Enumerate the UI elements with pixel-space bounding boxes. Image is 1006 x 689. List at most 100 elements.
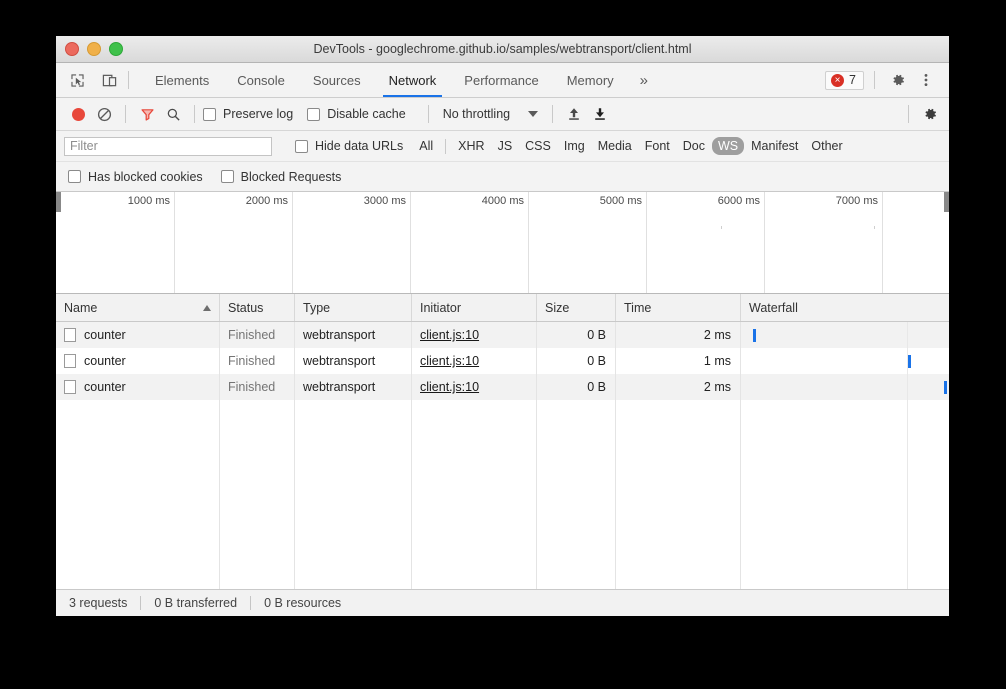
disable-cache-checkbox[interactable]: Disable cache: [307, 107, 406, 121]
overview-tick-label: 2000 ms: [246, 195, 292, 207]
cell-status: Finished: [220, 322, 295, 348]
type-filter-manifest[interactable]: Manifest: [745, 137, 804, 155]
filter-input[interactable]: [64, 137, 272, 156]
error-count-badge[interactable]: × 7: [825, 71, 864, 90]
cell-name: counter: [56, 374, 220, 400]
table-row[interactable]: counter Finished webtransport client.js:…: [56, 348, 949, 374]
inspect-element-icon[interactable]: [66, 69, 88, 91]
toolbar-divider-3: [428, 105, 429, 123]
network-settings-gear-icon[interactable]: [917, 101, 943, 127]
minimize-window-button[interactable]: [87, 42, 101, 56]
export-har-icon[interactable]: [587, 101, 613, 127]
preserve-log-checkbox[interactable]: Preserve log: [203, 107, 293, 121]
blocked-requests-checkbox[interactable]: Blocked Requests: [221, 170, 342, 184]
import-har-icon[interactable]: [561, 101, 587, 127]
tab-sources[interactable]: Sources: [299, 63, 375, 97]
tab-console[interactable]: Console: [223, 63, 299, 97]
tab-network[interactable]: Network: [375, 63, 451, 97]
type-filter-xhr[interactable]: XHR: [452, 137, 490, 155]
row-checkbox[interactable]: [64, 380, 76, 394]
type-filter-all[interactable]: All: [413, 137, 439, 155]
gear-icon[interactable]: [885, 67, 911, 93]
column-header-waterfall[interactable]: Waterfall: [741, 294, 949, 321]
cell-name-label: counter: [84, 354, 126, 368]
cell-status: Finished: [220, 348, 295, 374]
zoom-window-button[interactable]: [109, 42, 123, 56]
column-header-size[interactable]: Size: [537, 294, 616, 321]
has-blocked-cookies-checkbox[interactable]: Has blocked cookies: [68, 170, 203, 184]
initiator-link[interactable]: client.js:10: [420, 380, 479, 394]
cell-initiator: client.js:10: [412, 322, 537, 348]
throttling-dropdown[interactable]: No throttling: [437, 107, 544, 121]
tabbar-divider: [128, 71, 129, 89]
more-tabs-icon[interactable]: »: [628, 63, 660, 97]
overview-left-handle[interactable]: [56, 192, 61, 212]
devtools-tool-icons: [56, 69, 120, 91]
table-body: counter Finished webtransport client.js:…: [56, 322, 949, 589]
disable-cache-box[interactable]: [307, 108, 320, 121]
type-filter-css[interactable]: CSS: [519, 137, 557, 155]
error-icon: ×: [831, 74, 844, 87]
preserve-log-box[interactable]: [203, 108, 216, 121]
column-header-name[interactable]: Name: [56, 294, 220, 321]
cell-name-label: counter: [84, 380, 126, 394]
blocked-requests-box[interactable]: [221, 170, 234, 183]
column-header-size-label: Size: [545, 301, 569, 315]
table-row[interactable]: counter Finished webtransport client.js:…: [56, 374, 949, 400]
devtools-tabbar: Elements Console Sources Network Perform…: [56, 63, 949, 98]
overview-tick-label: 4000 ms: [482, 195, 528, 207]
filter-icon[interactable]: [134, 101, 160, 127]
overview-gridline: [646, 192, 647, 293]
filler-col-waterfall: [741, 400, 949, 589]
column-header-initiator[interactable]: Initiator: [412, 294, 537, 321]
initiator-link[interactable]: client.js:10: [420, 354, 479, 368]
cell-size: 0 B: [537, 348, 616, 374]
cell-waterfall: [741, 374, 949, 400]
summary-divider-1: [140, 596, 141, 610]
clear-button[interactable]: [91, 101, 117, 127]
type-filter-font[interactable]: Font: [639, 137, 676, 155]
overview-gridline: [410, 192, 411, 293]
overview-gridline: [292, 192, 293, 293]
hide-data-urls-box[interactable]: [295, 140, 308, 153]
has-blocked-cookies-box[interactable]: [68, 170, 81, 183]
hide-data-urls-label: Hide data URLs: [315, 139, 403, 153]
record-button[interactable]: [65, 101, 91, 127]
cell-name-label: counter: [84, 328, 126, 342]
network-request-table: Name Status Type Initiator Size Time Wat…: [56, 294, 949, 589]
device-toolbar-icon[interactable]: [98, 69, 120, 91]
table-row[interactable]: counter Finished webtransport client.js:…: [56, 322, 949, 348]
type-filter-divider: [445, 139, 446, 154]
type-filter-ws[interactable]: WS: [712, 137, 744, 155]
tab-elements[interactable]: Elements: [141, 63, 223, 97]
record-icon: [72, 108, 85, 121]
type-filter-doc[interactable]: Doc: [677, 137, 711, 155]
preserve-log-label: Preserve log: [223, 107, 293, 121]
hide-data-urls-checkbox[interactable]: Hide data URLs: [295, 139, 403, 153]
column-header-type[interactable]: Type: [295, 294, 412, 321]
type-filter-js[interactable]: JS: [492, 137, 519, 155]
blocked-filters-row: Has blocked cookies Blocked Requests: [56, 162, 949, 192]
type-filter-media[interactable]: Media: [592, 137, 638, 155]
overview-tick-label: 5000 ms: [600, 195, 646, 207]
window-title: DevTools - googlechrome.github.io/sample…: [56, 42, 949, 56]
close-window-button[interactable]: [65, 42, 79, 56]
type-filter-other[interactable]: Other: [805, 137, 848, 155]
overview-gridline: [764, 192, 765, 293]
search-icon[interactable]: [160, 101, 186, 127]
filler-col-initiator: [412, 400, 537, 589]
type-filter-img[interactable]: Img: [558, 137, 591, 155]
toolbar-divider-5: [908, 105, 909, 123]
column-header-time[interactable]: Time: [616, 294, 741, 321]
initiator-link[interactable]: client.js:10: [420, 328, 479, 342]
network-overview-timeline[interactable]: 1000 ms 2000 ms 3000 ms 4000 ms 5000 ms …: [56, 192, 949, 294]
overview-right-handle[interactable]: [944, 192, 949, 212]
cell-waterfall: [741, 348, 949, 374]
row-checkbox[interactable]: [64, 328, 76, 342]
row-checkbox[interactable]: [64, 354, 76, 368]
tab-memory[interactable]: Memory: [553, 63, 628, 97]
tab-performance[interactable]: Performance: [450, 63, 552, 97]
cell-initiator: client.js:10: [412, 374, 537, 400]
kebab-menu-icon[interactable]: [913, 67, 939, 93]
column-header-status[interactable]: Status: [220, 294, 295, 321]
